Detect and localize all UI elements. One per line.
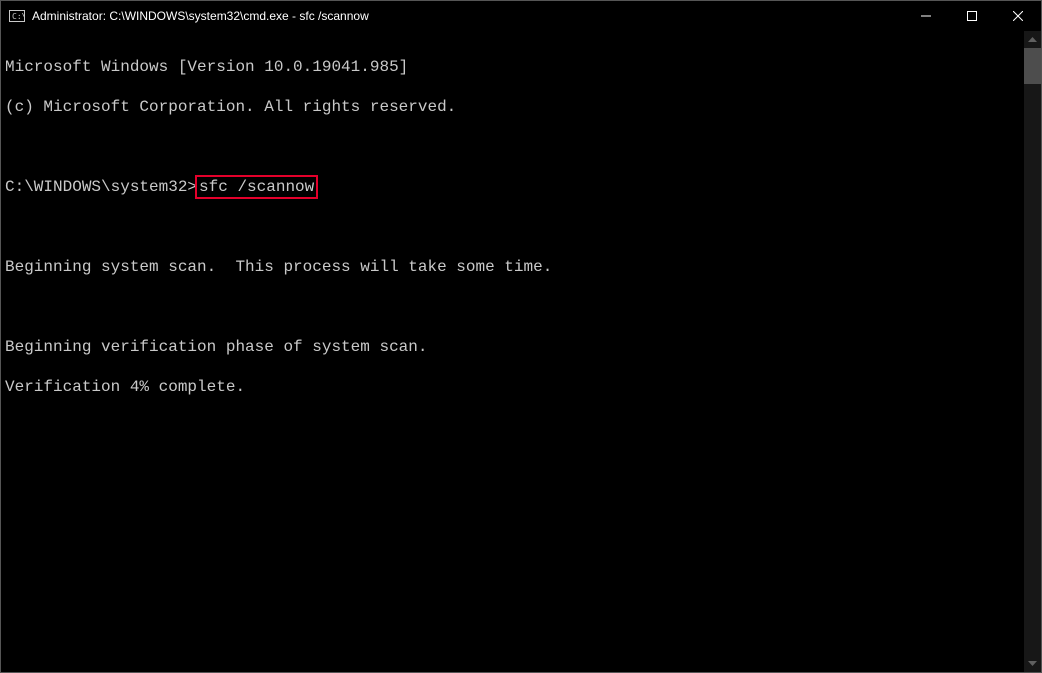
scroll-thumb[interactable] — [1024, 48, 1041, 84]
scroll-track[interactable] — [1024, 48, 1041, 655]
output-line: Beginning system scan. This process will… — [5, 257, 1024, 277]
window-controls — [903, 1, 1041, 31]
scroll-down-arrow[interactable] — [1024, 655, 1041, 672]
prompt-text: C:\WINDOWS\system32> — [5, 177, 197, 197]
vertical-scrollbar[interactable] — [1024, 31, 1041, 672]
titlebar[interactable]: C:\ Administrator: C:\WINDOWS\system32\c… — [1, 1, 1041, 31]
console-output[interactable]: Microsoft Windows [Version 10.0.19041.98… — [1, 31, 1024, 672]
svg-text:C:\: C:\ — [12, 12, 25, 21]
output-line: Microsoft Windows [Version 10.0.19041.98… — [5, 57, 1024, 77]
output-blank — [5, 217, 1024, 237]
command-highlight: sfc /scannow — [195, 175, 318, 199]
output-line: (c) Microsoft Corporation. All rights re… — [5, 97, 1024, 117]
cmd-icon: C:\ — [9, 8, 25, 24]
scroll-up-arrow[interactable] — [1024, 31, 1041, 48]
output-line: Verification 4% complete. — [5, 377, 1024, 397]
close-button[interactable] — [995, 1, 1041, 31]
client-area: Microsoft Windows [Version 10.0.19041.98… — [1, 31, 1041, 672]
output-blank — [5, 137, 1024, 157]
minimize-button[interactable] — [903, 1, 949, 31]
maximize-button[interactable] — [949, 1, 995, 31]
window-title: Administrator: C:\WINDOWS\system32\cmd.e… — [32, 1, 903, 31]
output-blank — [5, 297, 1024, 317]
prompt-line: C:\WINDOWS\system32>sfc /scannow — [5, 177, 1024, 197]
command-text: sfc /scannow — [199, 178, 314, 196]
output-line: Beginning verification phase of system s… — [5, 337, 1024, 357]
cmd-window: C:\ Administrator: C:\WINDOWS\system32\c… — [0, 0, 1042, 673]
